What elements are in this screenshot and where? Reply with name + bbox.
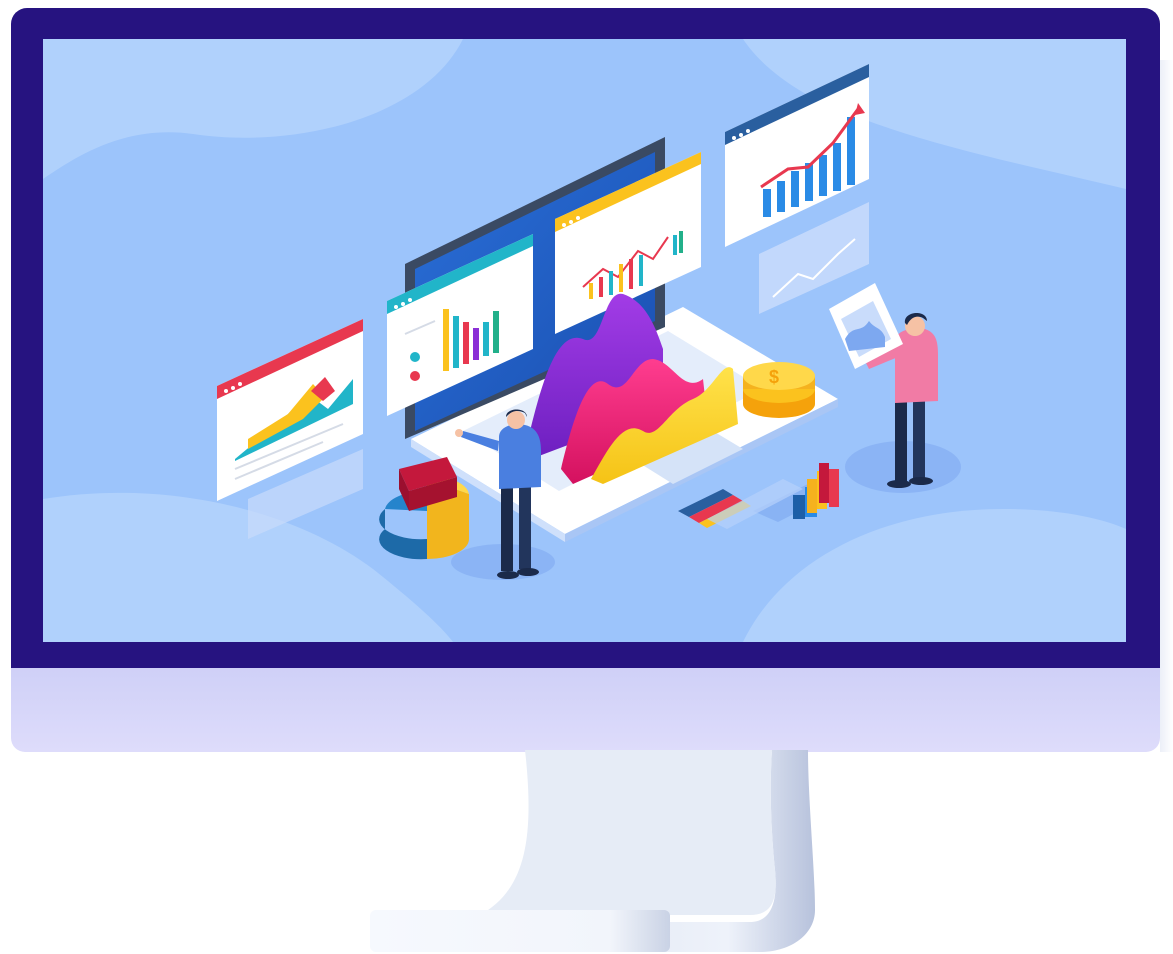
- svg-text:$: $: [769, 367, 779, 387]
- monitor-chin: [11, 668, 1160, 752]
- dashboard-window-left: [217, 319, 363, 539]
- person-reading-report: [829, 283, 961, 493]
- analytics-illustration: $: [43, 39, 1126, 642]
- monitor-side-shadow: [1160, 60, 1173, 752]
- monitor-stand: [370, 750, 815, 952]
- coin-stack: $: [743, 362, 815, 418]
- dashboard-window-top-right: [725, 64, 869, 314]
- monitor-screen: $: [43, 39, 1126, 642]
